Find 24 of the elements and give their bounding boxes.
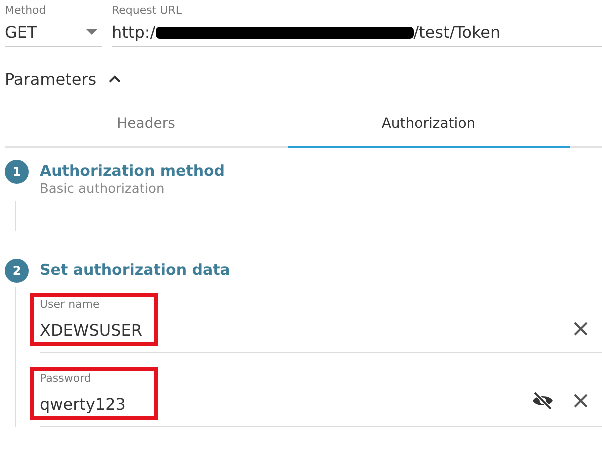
clear-icon[interactable] — [574, 322, 588, 336]
field-label: Request URL — [112, 4, 184, 17]
section-title: Parameters — [5, 70, 97, 88]
field-label: User name — [40, 298, 101, 311]
tab[interactable]: Authorization — [288, 101, 570, 148]
step-number: 1 — [5, 160, 29, 184]
tab[interactable]: Headers — [5, 101, 288, 148]
field-value: GET — [5, 22, 38, 42]
url-text: /test/Token — [414, 22, 501, 42]
url-text: http:/ — [112, 22, 156, 42]
input-field[interactable]: XDEWSUSER — [40, 321, 148, 340]
clear-icon[interactable] — [574, 394, 588, 408]
eye-slash-icon[interactable] — [532, 392, 554, 410]
step-number: 2 — [5, 259, 29, 283]
field-label: Method — [5, 4, 48, 17]
step-title: Set authorization data — [40, 260, 230, 281]
step-subtitle: Basic authorization — [40, 182, 166, 197]
step-title: Authorization method — [40, 161, 226, 182]
url-field[interactable]: Request URL http:/ /test/Token — [112, 4, 602, 47]
caret-icon — [86, 29, 98, 35]
input-field[interactable]: qwerty123 — [40, 395, 148, 414]
chevron-icon[interactable] — [108, 75, 121, 83]
field-label: Password — [40, 372, 92, 385]
method-dropdown[interactable]: Method GET — [5, 4, 102, 47]
